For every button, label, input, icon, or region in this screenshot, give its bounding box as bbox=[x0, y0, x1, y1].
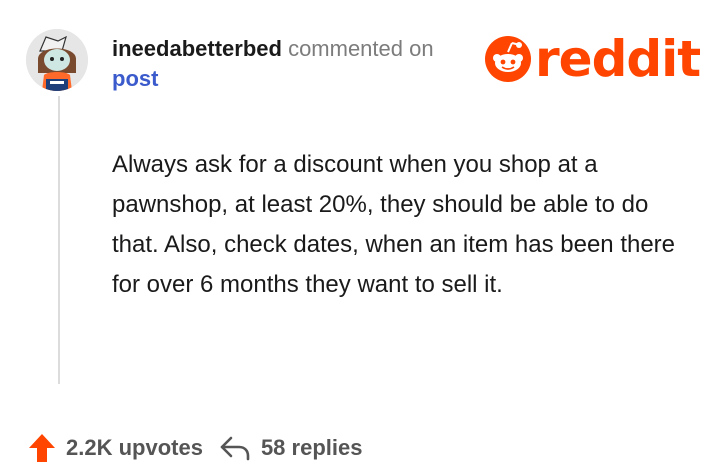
avatar-image bbox=[26, 29, 88, 91]
upvote-count: 2.2K upvotes bbox=[66, 435, 203, 460]
upvote-button[interactable]: 2.2K upvotes bbox=[28, 432, 203, 464]
comment-footer: 2.2K upvotes 58 replies bbox=[28, 428, 362, 468]
comment-body: Always ask for a discount when you shop … bbox=[112, 151, 676, 298]
thread-line bbox=[58, 96, 60, 384]
post-link[interactable]: post bbox=[112, 64, 158, 94]
replies-button[interactable]: 58 replies bbox=[219, 434, 363, 462]
reply-arrow-icon bbox=[220, 436, 250, 461]
avatar[interactable] bbox=[26, 29, 88, 91]
username[interactable]: ineedabetterbed bbox=[112, 36, 282, 61]
action-text: commented on bbox=[288, 36, 434, 61]
upvote-arrow-icon bbox=[29, 434, 55, 462]
replies-count: 58 replies bbox=[260, 435, 363, 460]
comment-header: ineedabetterbed commented on post bbox=[112, 34, 462, 94]
reddit-wordmark: reddit bbox=[535, 30, 701, 88]
reddit-snoo-icon bbox=[485, 36, 531, 82]
reddit-logo: reddit bbox=[485, 30, 701, 88]
